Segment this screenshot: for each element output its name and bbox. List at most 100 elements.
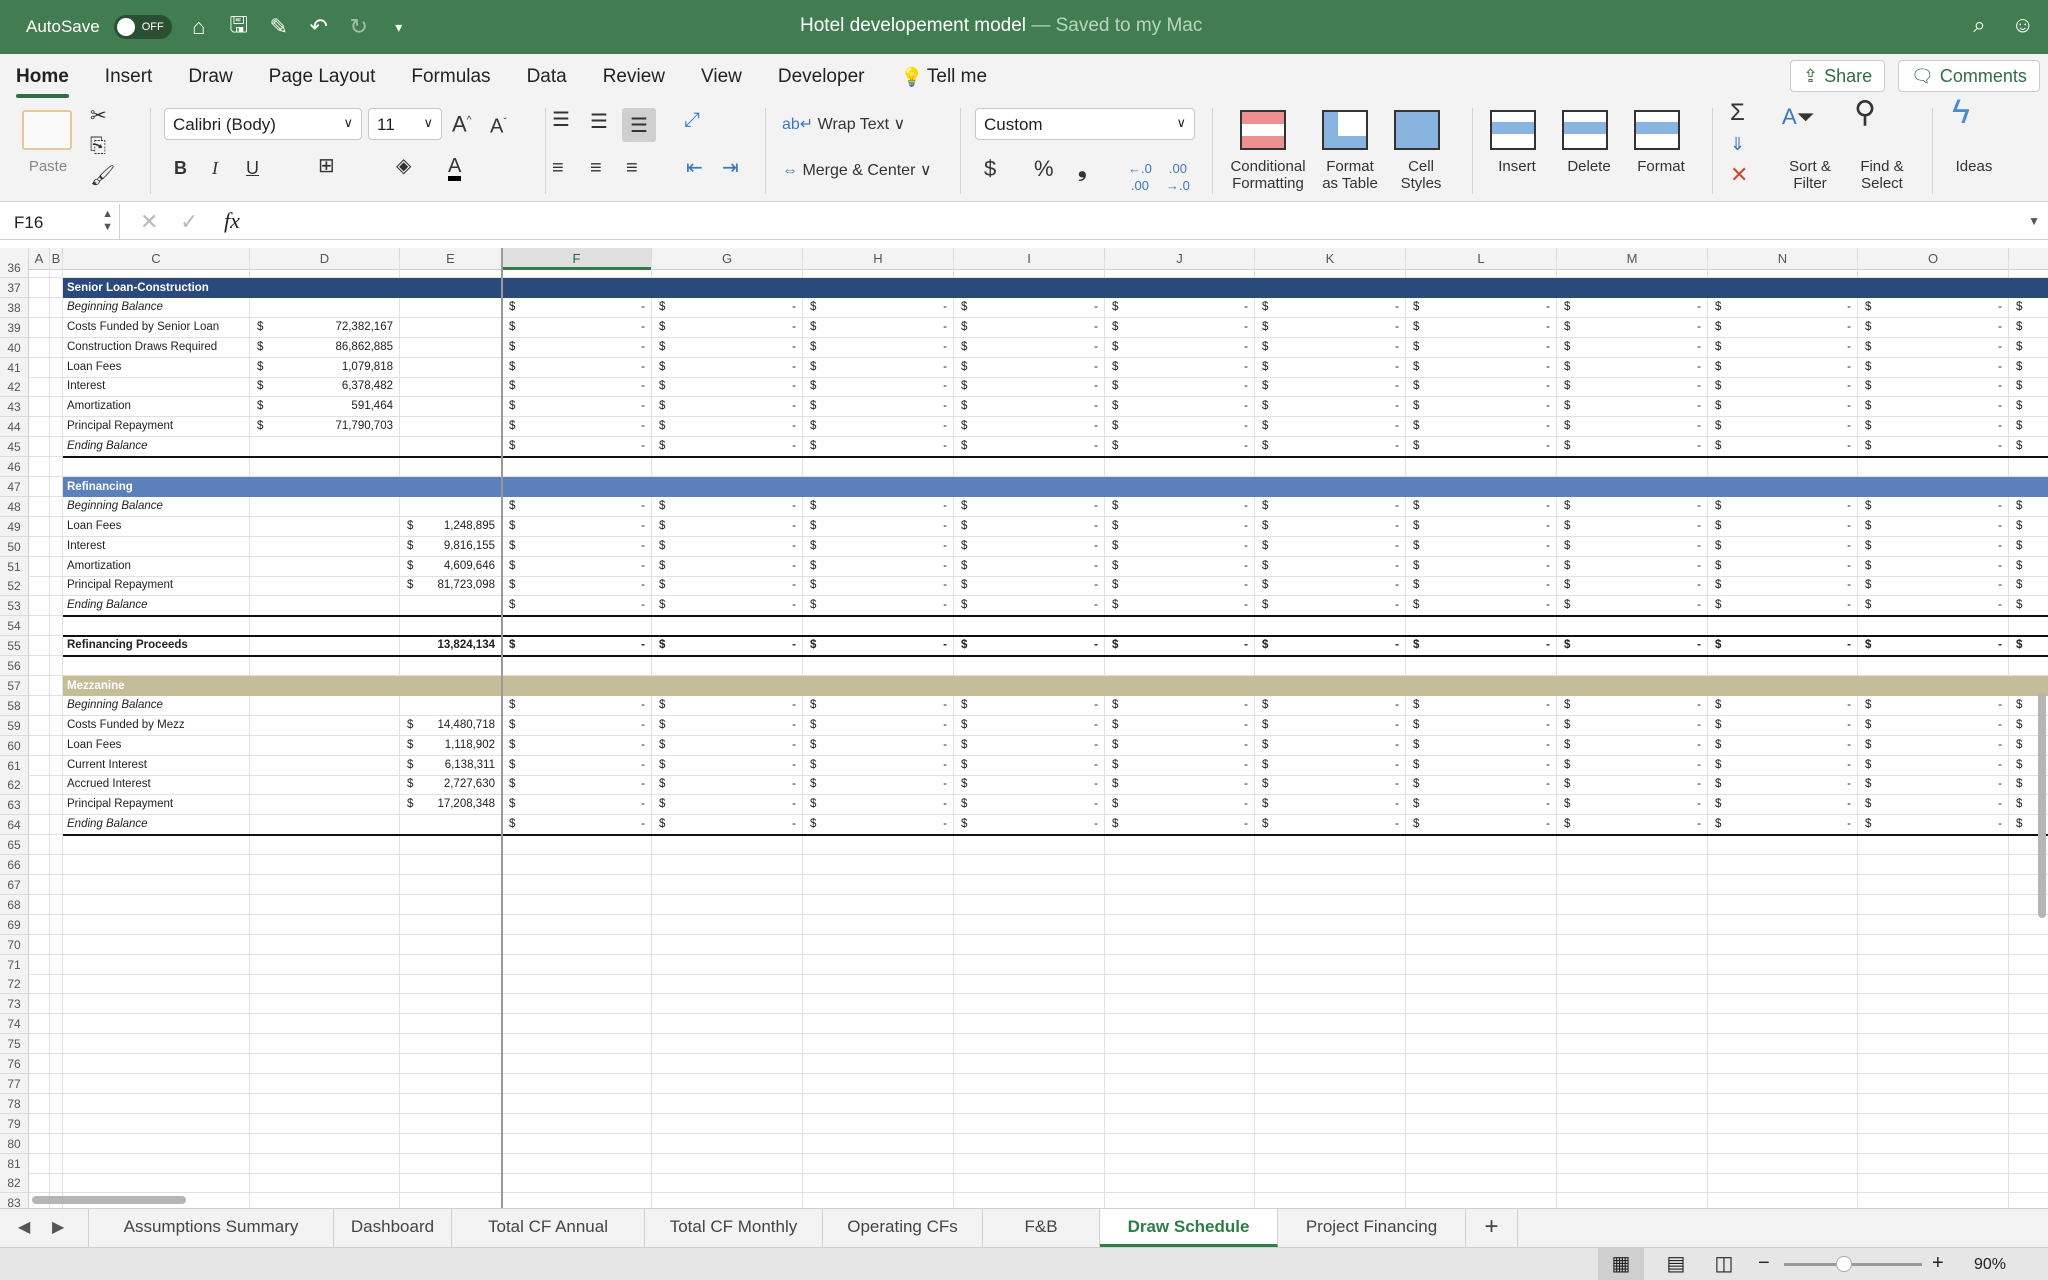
cell-m79[interactable]	[1557, 1113, 1708, 1134]
cell-f55[interactable]: $ -	[502, 636, 652, 657]
cell-i43[interactable]: $ -	[954, 397, 1105, 418]
copy-icon[interactable]: ⎘	[90, 136, 106, 156]
merge-center-button[interactable]: ⇔ Merge & Center ∨	[782, 162, 932, 179]
cell-f53[interactable]: $ -	[502, 596, 652, 617]
cell-i49[interactable]: $ -	[954, 516, 1105, 537]
row-header[interactable]: 76	[0, 1054, 29, 1074]
cell-o65[interactable]	[1858, 835, 2009, 856]
cell-f46[interactable]	[502, 457, 652, 477]
cell-h82[interactable]	[803, 1173, 954, 1194]
cell-a61[interactable]	[29, 755, 50, 776]
row-header[interactable]: 54	[0, 616, 29, 637]
cell-c54[interactable]	[63, 616, 250, 637]
share-button[interactable]: ⇪ Share	[1790, 60, 1886, 92]
cell-i79[interactable]	[954, 1113, 1105, 1134]
cell-m53[interactable]: $ -	[1557, 596, 1708, 617]
cell-b49[interactable]	[50, 516, 63, 537]
cell-f71[interactable]	[502, 954, 652, 975]
cell-g58[interactable]: $ -	[652, 695, 803, 716]
row-header[interactable]: 79	[0, 1113, 29, 1134]
cell-l66[interactable]	[1406, 855, 1557, 875]
cell-h74[interactable]	[803, 1014, 954, 1035]
cell-i77[interactable]	[954, 1073, 1105, 1094]
sheet-tab-assumptions-summary[interactable]: Assumptions Summary	[88, 1209, 334, 1247]
ideas-icon[interactable]: ϟ	[1952, 95, 1970, 129]
cell-g79[interactable]	[652, 1113, 803, 1134]
cell-k39[interactable]: $ -	[1255, 317, 1406, 338]
cell-g69[interactable]	[652, 914, 803, 935]
cell-f81[interactable]	[502, 1153, 652, 1174]
cell-l44[interactable]: $ -	[1406, 417, 1557, 438]
cell-e64[interactable]	[400, 815, 502, 836]
cell-l61[interactable]: $ -	[1406, 755, 1557, 776]
cell-b40[interactable]	[50, 337, 63, 358]
cell-l55[interactable]: $ -	[1406, 636, 1557, 657]
cell-f77[interactable]	[502, 1073, 652, 1094]
cell-j49[interactable]: $ -	[1105, 516, 1255, 537]
cell-n40[interactable]: $ -	[1708, 337, 1858, 358]
cell-k46[interactable]	[1255, 457, 1406, 477]
row-header[interactable]: 53	[0, 596, 29, 617]
cell-e67[interactable]	[400, 874, 502, 895]
cell-l69[interactable]	[1406, 914, 1557, 935]
cell-g53[interactable]: $ -	[652, 596, 803, 617]
cell-n48[interactable]: $ -	[1708, 496, 1858, 517]
cell-i61[interactable]: $ -	[954, 755, 1105, 776]
cell-e61[interactable]: $6,138,311	[400, 755, 502, 776]
cell-j44[interactable]: $ -	[1105, 417, 1255, 438]
cell-m40[interactable]: $ -	[1557, 337, 1708, 358]
cell-j83[interactable]	[1105, 1193, 1255, 1208]
cell-j39[interactable]: $ -	[1105, 317, 1255, 338]
cell-e42[interactable]	[400, 377, 502, 398]
cell-c73[interactable]	[63, 994, 250, 1015]
cell-l49[interactable]: $ -	[1406, 516, 1557, 537]
cell-a65[interactable]	[29, 835, 50, 856]
increase-decimal-icon[interactable]: ←.0.00	[1128, 160, 1152, 194]
cell-m70[interactable]	[1557, 934, 1708, 955]
cell-b42[interactable]	[50, 377, 63, 398]
cell-n51[interactable]: $ -	[1708, 556, 1858, 577]
cell-b70[interactable]	[50, 934, 63, 955]
cell-d65[interactable]	[250, 835, 400, 856]
cell-a44[interactable]	[29, 417, 50, 438]
row-header[interactable]: 51	[0, 556, 29, 577]
cell-g67[interactable]	[652, 874, 803, 895]
row-header[interactable]: 55	[0, 636, 29, 657]
cell-i75[interactable]	[954, 1034, 1105, 1055]
cell-e52[interactable]: $81,723,098	[400, 576, 502, 597]
cell-e72[interactable]	[400, 974, 502, 995]
cell-p73[interactable]	[2009, 994, 2048, 1015]
cell-a57[interactable]	[29, 675, 50, 696]
currency-button[interactable]: $	[984, 158, 996, 180]
cell-l54[interactable]	[1406, 616, 1557, 637]
cell-i58[interactable]: $ -	[954, 695, 1105, 716]
cell-c76[interactable]	[63, 1054, 250, 1074]
formula-input[interactable]	[262, 212, 2002, 232]
spreadsheet-grid[interactable]: ABCDEFGHIJKLMNO 36 37 Senior Loan-Construc…	[0, 248, 2048, 1208]
cell-l59[interactable]: $ -	[1406, 715, 1557, 736]
cell-j36[interactable]	[1105, 258, 1255, 278]
orientation-icon[interactable]: ⤢	[684, 110, 700, 130]
cell-k60[interactable]: $ -	[1255, 735, 1406, 756]
cell-m56[interactable]	[1557, 656, 1708, 676]
cell-l60[interactable]: $ -	[1406, 735, 1557, 756]
cell-g62[interactable]: $ -	[652, 775, 803, 796]
cell-d43[interactable]: $591,464	[250, 397, 400, 418]
cell-h77[interactable]	[803, 1073, 954, 1094]
cell-l67[interactable]	[1406, 874, 1557, 895]
cell-e43[interactable]	[400, 397, 502, 418]
cell-e50[interactable]: $9,816,155	[400, 536, 502, 557]
cell-o72[interactable]	[1858, 974, 2009, 995]
cell-h41[interactable]: $ -	[803, 357, 954, 378]
cell-e62[interactable]: $2,727,630	[400, 775, 502, 796]
cell-g43[interactable]: $ -	[652, 397, 803, 418]
cell-g56[interactable]	[652, 656, 803, 676]
cell-a68[interactable]	[29, 894, 50, 915]
bold-button[interactable]: B	[174, 159, 187, 177]
cell-h60[interactable]: $ -	[803, 735, 954, 756]
cell-k55[interactable]: $ -	[1255, 636, 1406, 657]
cell-j67[interactable]	[1105, 874, 1255, 895]
cell-f83[interactable]	[502, 1193, 652, 1208]
cell-m43[interactable]: $ -	[1557, 397, 1708, 418]
cell-o49[interactable]: $ -	[1858, 516, 2009, 537]
